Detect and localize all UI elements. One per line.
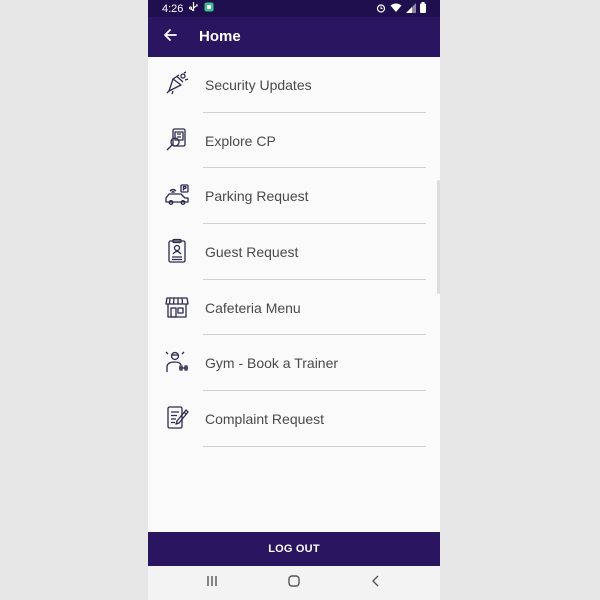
menu-item-guest-request[interactable]: Guest Request bbox=[148, 224, 440, 280]
cafeteria-store-icon bbox=[164, 294, 190, 320]
app-notification-icon bbox=[204, 2, 214, 15]
menu-item-label: Guest Request bbox=[205, 244, 299, 261]
battery-icon bbox=[420, 2, 426, 16]
menu-item-label: Cafeteria Menu bbox=[205, 299, 301, 316]
nav-back-button[interactable] bbox=[365, 572, 387, 594]
signal-icon bbox=[406, 2, 416, 16]
menu-item-security-updates[interactable]: Security Updates bbox=[148, 57, 440, 113]
menu-list: Security Updates Explore CP Parking Requ… bbox=[148, 57, 440, 447]
logout-button[interactable]: LOG OUT bbox=[148, 532, 440, 566]
scrollbar[interactable] bbox=[437, 180, 440, 294]
complaint-form-icon bbox=[164, 405, 190, 431]
menu-item-cafeteria-menu[interactable]: Cafeteria Menu bbox=[148, 280, 440, 336]
back-icon bbox=[369, 574, 383, 593]
status-right bbox=[376, 2, 426, 16]
menu-item-label: Security Updates bbox=[205, 77, 312, 93]
explore-map-icon bbox=[164, 127, 190, 153]
status-time: 4:26 bbox=[162, 2, 184, 15]
arrow-left-icon bbox=[163, 28, 177, 47]
parking-car-icon bbox=[164, 182, 190, 208]
back-button[interactable] bbox=[158, 25, 182, 49]
home-button[interactable] bbox=[283, 572, 305, 594]
menu-item-label: Explore CP bbox=[205, 132, 276, 149]
menu-item-explore-cp[interactable]: Explore CP bbox=[148, 113, 440, 169]
system-nav-bar bbox=[148, 566, 440, 600]
status-bar: 4:26 bbox=[148, 0, 440, 17]
guest-clipboard-icon bbox=[164, 238, 190, 264]
menu-item-label: Gym - Book a Trainer bbox=[205, 355, 339, 372]
menu-item-label: Complaint Request bbox=[205, 411, 325, 428]
menu-item-parking-request[interactable]: Parking Request bbox=[148, 168, 440, 225]
menu-item-label: Parking Request bbox=[205, 188, 309, 205]
menu-item-gym-book-trainer[interactable]: Gym - Book a Trainer bbox=[148, 335, 440, 392]
phone-screen: 4:26 Home Security Updates Explore CP Pa… bbox=[148, 0, 440, 600]
logout-label: LOG OUT bbox=[268, 543, 320, 555]
status-left: 4:26 bbox=[162, 2, 214, 15]
divider bbox=[203, 445, 426, 447]
security-alarm-icon bbox=[164, 71, 190, 97]
usb-icon bbox=[189, 2, 199, 15]
alarm-icon bbox=[376, 3, 386, 16]
page-title: Home bbox=[199, 28, 241, 45]
gym-trainer-icon bbox=[164, 349, 190, 375]
recent-apps-button[interactable] bbox=[201, 572, 223, 594]
wifi-icon bbox=[390, 3, 402, 16]
recent-apps-icon bbox=[205, 574, 219, 593]
home-icon bbox=[287, 574, 301, 593]
app-bar: Home bbox=[148, 17, 440, 57]
menu-item-complaint-request[interactable]: Complaint Request bbox=[148, 391, 440, 447]
